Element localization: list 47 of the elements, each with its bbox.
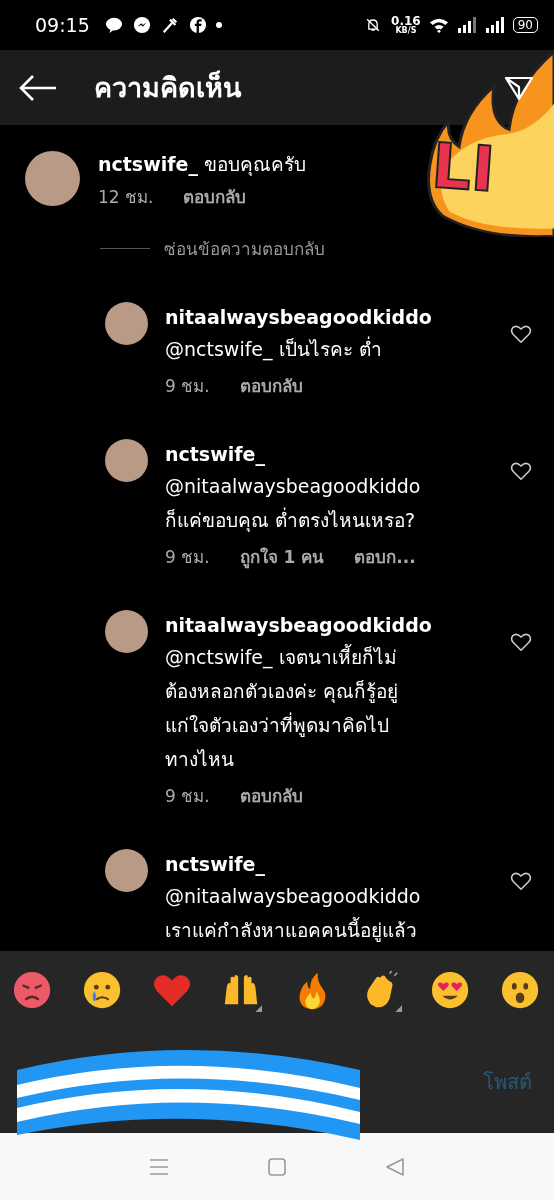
messenger-icon bbox=[131, 16, 152, 34]
reply-time: 9 ชม. bbox=[165, 375, 210, 398]
like-heart-icon[interactable] bbox=[510, 461, 532, 481]
speed-unit: KB/S bbox=[395, 27, 417, 35]
reply-text: @nitaalwaysbeagoodkiddo bbox=[165, 884, 422, 909]
username[interactable]: nctswife_ bbox=[165, 849, 493, 879]
like-heart-icon[interactable] bbox=[510, 324, 532, 344]
facebook-icon bbox=[187, 16, 208, 34]
reply-text: ทางไหน bbox=[165, 747, 235, 772]
username[interactable]: nitaalwaysbeagoodkiddo bbox=[165, 610, 493, 640]
reply-link[interactable]: ตอบกลับ bbox=[239, 372, 303, 399]
reply-link[interactable]: ตอบกลับ bbox=[183, 183, 247, 210]
likes-count-link[interactable]: ถูกใจ 1 คน bbox=[239, 543, 325, 570]
signal-icon bbox=[456, 16, 477, 34]
like-heart-icon[interactable] bbox=[510, 871, 532, 891]
reply-text: เราแค่กำลังหาแอคคนนี้อยู่แล้ว bbox=[165, 916, 418, 944]
avatar[interactable] bbox=[25, 151, 80, 206]
signal-icon bbox=[484, 16, 505, 34]
avatar[interactable] bbox=[105, 302, 148, 345]
avatar[interactable] bbox=[105, 439, 148, 482]
avatar[interactable] bbox=[105, 849, 148, 892]
reply-text: แก่ใจตัวเองว่าที่พูดมาคิดไป bbox=[165, 711, 390, 739]
reply-text: ก็แค่ขอบคุณ ต่ำตรงไหนเหรอ? bbox=[165, 506, 417, 534]
dot-icon bbox=[215, 22, 222, 28]
reply-text: @nitaalwaysbeagoodkiddo bbox=[165, 474, 422, 499]
comment-time: 12 ชม. bbox=[98, 186, 154, 209]
back-button[interactable] bbox=[18, 72, 58, 103]
reply-link[interactable]: ตอบกลับ bbox=[239, 782, 303, 809]
reply-time: 9 ชม. bbox=[165, 546, 210, 569]
reply-text: ต้องหลอกตัวเองค่ะ คุณก็รู้อยู่ bbox=[165, 679, 400, 705]
reply-link[interactable]: ตอบก... bbox=[354, 543, 416, 570]
comment-text: nctswife_ ขอบคุณครับ bbox=[98, 152, 306, 177]
sticker-text: LI bbox=[429, 134, 497, 202]
speed-value: 0.16 bbox=[391, 15, 421, 27]
reply-text: @nctswife_ เจตนาเหี้ยก็ไม่ bbox=[165, 643, 398, 671]
wifi-icon bbox=[428, 16, 449, 34]
reply-time: 9 ชม. bbox=[165, 785, 210, 808]
page-title: ความคิดเห็น bbox=[94, 69, 241, 105]
clock-time: 09:15 bbox=[35, 14, 90, 36]
avatar[interactable] bbox=[105, 610, 148, 653]
username[interactable]: nitaalwaysbeagoodkiddo bbox=[165, 302, 493, 332]
battery-indicator: 90 bbox=[512, 17, 538, 33]
like-heart-icon[interactable] bbox=[510, 632, 532, 652]
username[interactable]: nctswife_ bbox=[165, 439, 493, 469]
chat-bubble-icon bbox=[103, 16, 124, 34]
reply-text: @nctswife_ เป็นไรคะ ต่ำ bbox=[165, 335, 383, 363]
hide-replies-link[interactable]: ซ่อนข้อความตอบกลับ bbox=[164, 235, 325, 262]
